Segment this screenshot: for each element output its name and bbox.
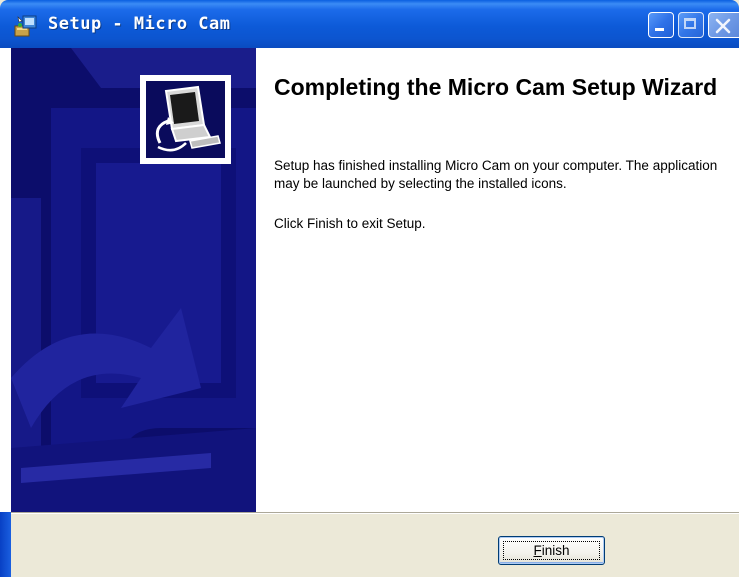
finish-button-label: Finish <box>533 543 569 558</box>
computer-install-icon <box>155 85 221 152</box>
wizard-heading: Completing the Micro Cam Setup Wizard <box>274 74 718 100</box>
close-icon <box>715 18 731 34</box>
exit-instruction: Click Finish to exit Setup. <box>274 216 426 231</box>
finish-label-rest: inish <box>541 543 570 558</box>
window-title: Setup - Micro Cam <box>48 14 231 34</box>
finish-button[interactable]: Finish <box>498 536 605 565</box>
title-bar[interactable]: Setup - Micro Cam <box>0 0 739 48</box>
finish-mnemonic: F <box>533 543 542 558</box>
button-bar <box>11 514 739 577</box>
setup-window: Setup - Micro Cam Completing the Micro C… <box>0 0 739 577</box>
maximize-button[interactable] <box>678 12 704 38</box>
completion-message: Setup has finished installing Micro Cam … <box>274 158 718 191</box>
minimize-button[interactable] <box>648 12 674 38</box>
setup-installer-icon[interactable] <box>14 13 38 37</box>
close-button[interactable] <box>708 12 739 38</box>
